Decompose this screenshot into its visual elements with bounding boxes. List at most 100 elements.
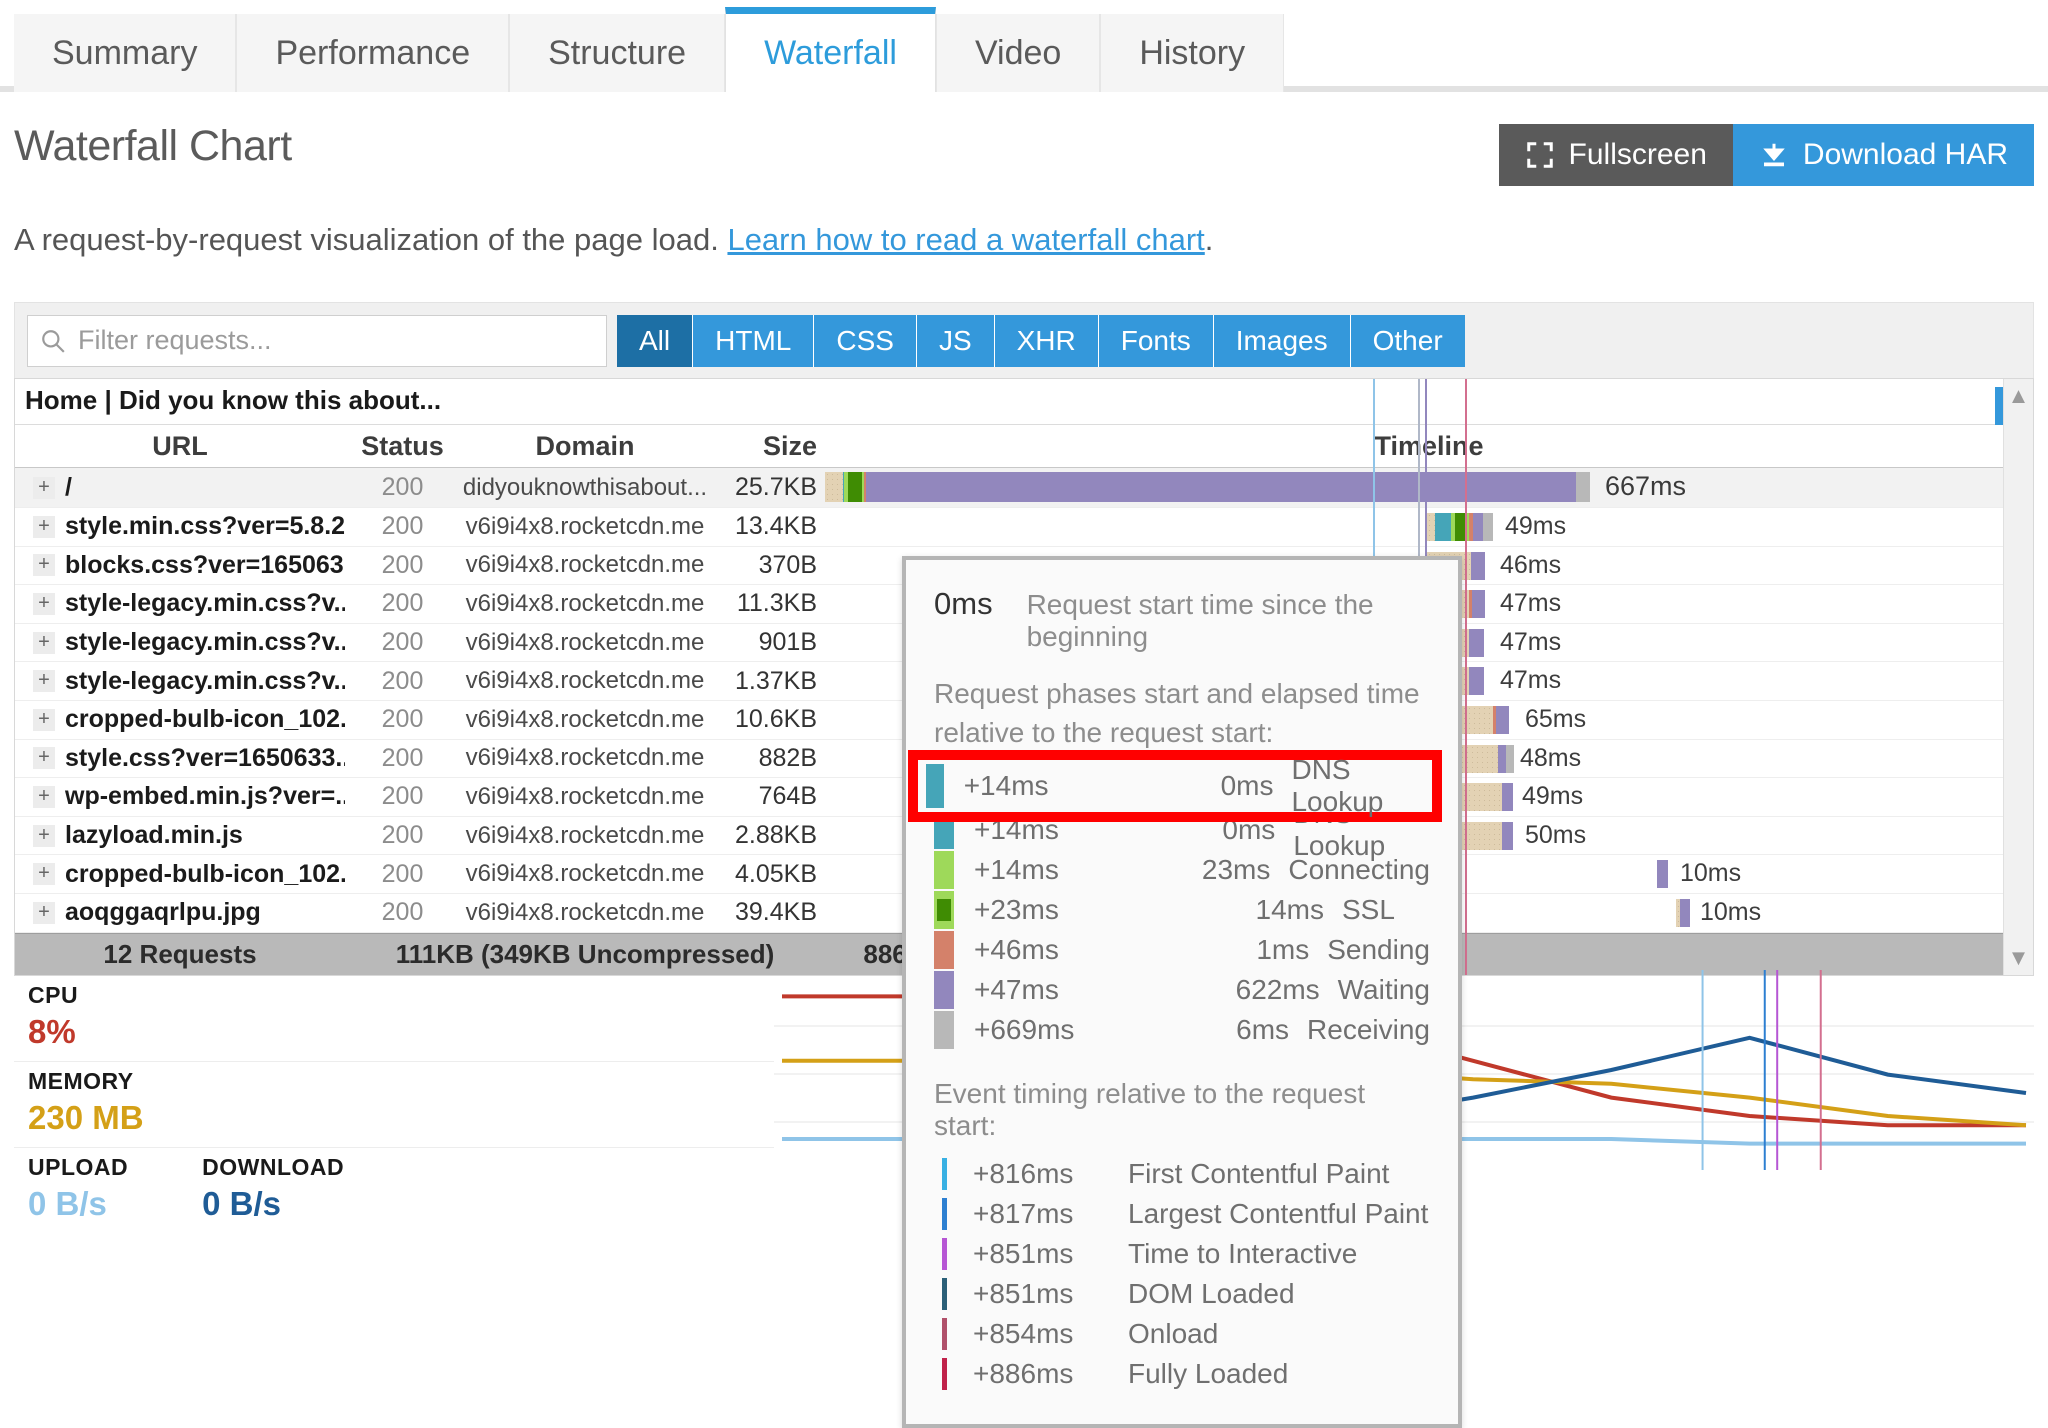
row-url: + / bbox=[15, 473, 345, 502]
phase-duration: 23ms bbox=[1148, 854, 1271, 886]
memory-label: MEMORY bbox=[28, 1068, 760, 1095]
event-time: +854ms bbox=[973, 1318, 1128, 1350]
table-row[interactable]: + / 200 didyouknowthisabout... 25.7KB 66… bbox=[15, 468, 2033, 508]
tab-history[interactable]: History bbox=[1100, 14, 1284, 92]
expand-row-icon[interactable]: + bbox=[33, 554, 55, 576]
expand-row-icon[interactable]: + bbox=[33, 593, 55, 615]
filter-css[interactable]: CSS bbox=[814, 315, 917, 367]
row-domain: v6i9i4x8.rocketcdn.me bbox=[460, 590, 710, 618]
phase-swatch-sending bbox=[934, 931, 954, 969]
row-time-label: 10ms bbox=[1700, 898, 1761, 927]
row-url: + style.min.css?ver=5.8.2 bbox=[15, 512, 345, 541]
type-filter-group: All HTML CSS JS XHR Fonts Images Other bbox=[617, 315, 1465, 367]
filter-bar: All HTML CSS JS XHR Fonts Images Other bbox=[14, 302, 2034, 378]
row-size: 10.6KB bbox=[710, 705, 825, 734]
phase-swatch-receiving bbox=[934, 1011, 954, 1049]
tab-label: Video bbox=[975, 34, 1061, 73]
row-status: 200 bbox=[345, 821, 460, 850]
phase-name: Sending bbox=[1327, 934, 1430, 966]
tab-summary[interactable]: Summary bbox=[14, 14, 236, 92]
event-time: +851ms bbox=[973, 1278, 1128, 1310]
phase-name: Connecting bbox=[1288, 854, 1430, 886]
tab-label: Performance bbox=[275, 34, 470, 73]
event-row-largest-contentful-paint: +817ms Largest Contentful Paint bbox=[934, 1194, 1430, 1234]
row-url-text: wp-embed.min.js?ver=... bbox=[65, 782, 345, 811]
row-url: + style-legacy.min.css?v... bbox=[15, 589, 345, 618]
event-row-onload: +854ms Onload bbox=[934, 1314, 1430, 1354]
column-header-url[interactable]: URL bbox=[15, 431, 345, 462]
event-name: Largest Contentful Paint bbox=[1128, 1198, 1428, 1230]
filter-requests-input[interactable] bbox=[28, 316, 606, 366]
phase-row-ssl: +23ms 14ms SSL bbox=[934, 890, 1430, 930]
row-domain: v6i9i4x8.rocketcdn.me bbox=[460, 513, 710, 541]
row-url: + aoqggaqrlpu.jpg bbox=[15, 898, 345, 927]
row-domain: v6i9i4x8.rocketcdn.me bbox=[460, 822, 710, 850]
row-url-text: style.min.css?ver=5.8.2 bbox=[65, 512, 345, 541]
filter-html[interactable]: HTML bbox=[693, 315, 814, 367]
event-name: DOM Loaded bbox=[1128, 1278, 1295, 1310]
row-url-text: lazyload.min.js bbox=[65, 821, 243, 850]
expand-row-icon[interactable]: + bbox=[33, 863, 55, 885]
expand-row-icon[interactable]: + bbox=[33, 477, 55, 499]
tab-video[interactable]: Video bbox=[936, 14, 1100, 92]
filter-xhr[interactable]: XHR bbox=[995, 315, 1099, 367]
filter-js[interactable]: JS bbox=[917, 315, 995, 367]
row-time-label: 49ms bbox=[1522, 782, 1583, 811]
scroll-down-arrow[interactable]: ▼ bbox=[2004, 945, 2033, 971]
filter-all[interactable]: All bbox=[617, 315, 693, 367]
phase-blocking bbox=[825, 472, 843, 502]
event-time: +886ms bbox=[973, 1358, 1128, 1390]
filter-other[interactable]: Other bbox=[1351, 315, 1465, 367]
tab-waterfall[interactable]: Waterfall bbox=[725, 7, 936, 92]
row-time-label: 47ms bbox=[1500, 628, 1561, 657]
expand-row-icon[interactable]: + bbox=[33, 786, 55, 808]
row-domain: v6i9i4x8.rocketcdn.me bbox=[460, 551, 710, 579]
expand-row-icon[interactable]: + bbox=[33, 516, 55, 538]
expand-row-icon[interactable]: + bbox=[33, 632, 55, 654]
expand-row-icon[interactable]: + bbox=[33, 902, 55, 924]
column-header-domain[interactable]: Domain bbox=[460, 431, 710, 462]
event-name: Fully Loaded bbox=[1128, 1358, 1288, 1390]
filter-fonts[interactable]: Fonts bbox=[1099, 315, 1214, 367]
row-status: 200 bbox=[345, 589, 460, 618]
expand-row-icon[interactable]: + bbox=[33, 747, 55, 769]
filter-images[interactable]: Images bbox=[1214, 315, 1351, 367]
event-name: First Contentful Paint bbox=[1128, 1158, 1389, 1190]
cpu-metric: CPU 8% bbox=[14, 976, 774, 1062]
column-header-timeline[interactable]: Timeline ▼ bbox=[825, 431, 2033, 462]
request-timing-tooltip: 0ms Request start time since the beginni… bbox=[902, 556, 1462, 1428]
column-header-size[interactable]: Size bbox=[710, 431, 825, 462]
row-size: 25.7KB bbox=[710, 473, 825, 502]
memory-metric: MEMORY 230 MB bbox=[14, 1062, 774, 1148]
tooltip-start-time: 0ms bbox=[934, 586, 993, 622]
tab-performance[interactable]: Performance bbox=[236, 14, 509, 92]
row-time-label: 47ms bbox=[1500, 589, 1561, 618]
download-har-button[interactable]: Download HAR bbox=[1733, 124, 2034, 186]
scroll-up-arrow[interactable]: ▲ bbox=[2004, 383, 2033, 409]
row-url-text: cropped-bulb-icon_102... bbox=[65, 705, 345, 734]
event-time: +817ms bbox=[973, 1198, 1128, 1230]
upload-label: UPLOAD bbox=[28, 1154, 128, 1181]
phase-swatch-connecting bbox=[934, 851, 954, 889]
row-size: 13.4KB bbox=[710, 512, 825, 541]
column-header-timeline-label: Timeline bbox=[1374, 431, 1483, 461]
fullscreen-button[interactable]: Fullscreen bbox=[1499, 124, 1733, 186]
expand-row-icon[interactable]: + bbox=[33, 825, 55, 847]
phase-duration: 1ms bbox=[1170, 934, 1309, 966]
expand-row-icon[interactable]: + bbox=[33, 670, 55, 692]
download-icon bbox=[1759, 140, 1789, 170]
column-header-status[interactable]: Status bbox=[345, 431, 460, 462]
waterfall-help-link[interactable]: Learn how to read a waterfall chart bbox=[727, 222, 1204, 257]
row-url-text: style-legacy.min.css?v... bbox=[65, 667, 345, 696]
expand-row-icon[interactable]: + bbox=[33, 709, 55, 731]
tab-structure[interactable]: Structure bbox=[509, 14, 725, 92]
row-time-label: 65ms bbox=[1525, 705, 1586, 734]
row-status: 200 bbox=[345, 473, 460, 502]
table-row[interactable]: + style.min.css?ver=5.8.2 200 v6i9i4x8.r… bbox=[15, 508, 2033, 547]
phase-swatch-ssl bbox=[934, 891, 954, 929]
row-url-text: style-legacy.min.css?v... bbox=[65, 589, 345, 618]
tooltip-start-desc: Request start time since the beginning bbox=[1027, 589, 1430, 653]
search-field-wrapper[interactable] bbox=[27, 315, 607, 367]
event-row-time-to-interactive: +851ms Time to Interactive bbox=[934, 1234, 1430, 1274]
table-scrollbar[interactable]: ▲ ▼ bbox=[2003, 379, 2033, 975]
